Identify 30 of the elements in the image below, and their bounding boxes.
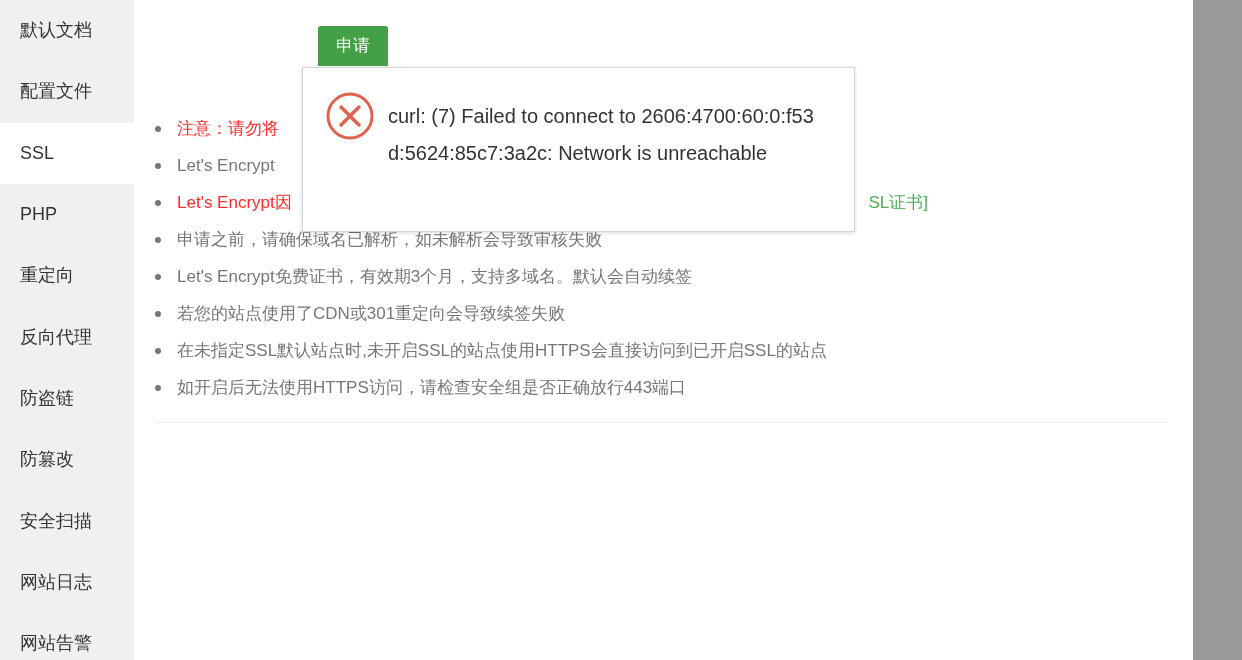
sidebar-item[interactable]: SSL: [0, 122, 134, 184]
bullet-icon: [155, 273, 161, 280]
sidebar-item[interactable]: 防篡改: [0, 429, 134, 491]
sidebar-item[interactable]: 反向代理: [0, 306, 134, 368]
sidebar-item[interactable]: 默认文档: [0, 0, 134, 62]
bullet-icon: [155, 199, 161, 206]
note-text: 申请之前，请确保域名已解析，如未解析会导致审核失败: [177, 228, 602, 251]
bullet-icon: [155, 384, 161, 391]
bullet-icon: [155, 162, 161, 169]
bullet-icon: [155, 347, 161, 354]
bullet-icon: [155, 310, 161, 317]
note-text: Let's Encrypt: [177, 154, 275, 177]
error-icon: [326, 92, 374, 140]
note-text: 若您的站点使用了CDN或301重定向会导致续签失败: [177, 302, 566, 325]
note-text: Let's Encrypt免费证书，有效期3个月，支持多域名。默认会自动续签: [177, 265, 693, 288]
sidebar-item[interactable]: 重定向: [0, 245, 134, 307]
note-text: 如开启后无法使用HTTPS访问，请检查安全组是否正确放行443端口: [177, 376, 687, 399]
sidebar-item[interactable]: PHP: [0, 183, 134, 246]
bullet-icon: [155, 125, 161, 132]
sidebar-item[interactable]: 安全扫描: [0, 490, 134, 552]
note-text: Let's Encrypt因: [177, 191, 292, 214]
bullet-icon: [155, 236, 161, 243]
note-text: SL证书]: [868, 191, 928, 214]
error-message: curl: (7) Failed to connect to 2606:4700:60:0:f53d:5624:85c7:3a2c: Network is unreachable: [388, 104, 815, 166]
note-text: 在未指定SSL默认站点时,未开启SSL的站点使用HTTPS会直接访问到已开启SSL的站点: [177, 339, 827, 362]
note-text: 注意：请勿将: [177, 117, 279, 140]
sidebar-item[interactable]: 防盗链: [0, 367, 134, 430]
sidebar-item[interactable]: 配置文件: [0, 61, 134, 123]
sidebar-item[interactable]: 网站告警: [0, 612, 134, 660]
sidebar-item[interactable]: 网站日志: [0, 551, 134, 613]
